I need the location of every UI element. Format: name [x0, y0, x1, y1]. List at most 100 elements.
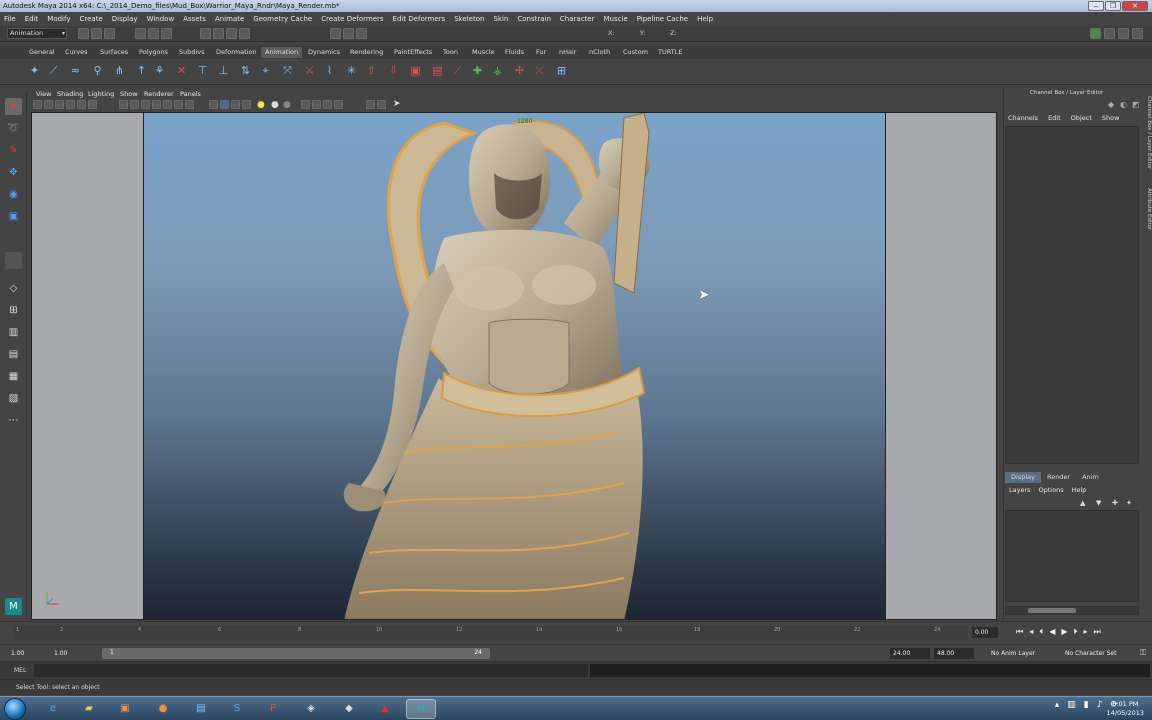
step-forward-frame-icon[interactable]: ▸ — [1084, 627, 1088, 637]
snap-plane-icon[interactable] — [239, 28, 250, 39]
play-forwards-icon[interactable]: ▶ — [1061, 627, 1067, 637]
auto-key-icon[interactable]: ⚿ — [1140, 648, 1146, 658]
step-back-key-icon[interactable]: ⏴ — [1039, 627, 1043, 637]
persp-graph-layout-icon[interactable]: ▤ — [5, 346, 22, 363]
layout-options-icon[interactable]: ⋯ — [5, 412, 22, 429]
shelf-tab-fur[interactable]: Fur — [536, 47, 546, 58]
motion-blur-icon[interactable] — [312, 100, 321, 109]
shelf-tab-general[interactable]: General — [29, 47, 55, 58]
character-set-dropdown[interactable]: No Character Set — [1062, 648, 1116, 659]
shelf-tab-subdivs[interactable]: Subdivs — [179, 47, 205, 58]
acrobat-icon[interactable]: ▲ — [370, 699, 400, 719]
ambient-occlusion-icon[interactable] — [301, 100, 310, 109]
safe-title-icon[interactable] — [185, 100, 194, 109]
cluster-icon[interactable]: ⚘ — [152, 63, 167, 79]
flare-deformer-icon[interactable]: ⊤ — [195, 63, 210, 79]
menu-edit[interactable]: Edit — [25, 15, 39, 23]
shelf-tab-surfaces[interactable]: Surfaces — [100, 47, 128, 58]
shelf-tab-ncloth[interactable]: nCloth — [589, 47, 610, 58]
layer-tab-display[interactable]: Display — [1005, 472, 1041, 483]
snap-grid-icon[interactable] — [200, 28, 211, 39]
command-input[interactable] — [34, 664, 588, 677]
aim-constraint-icon[interactable]: ⇧ — [364, 63, 379, 79]
channel-box-list[interactable] — [1005, 126, 1139, 464]
warrior-sculpture-model[interactable]: 1280 — [144, 113, 887, 620]
layer-menu-options[interactable]: Options — [1039, 486, 1064, 494]
shadows-icon[interactable]: ● — [271, 100, 279, 110]
menu-create[interactable]: Create — [79, 15, 102, 23]
smooth-bind-icon[interactable]: ⋔ — [112, 63, 127, 79]
squash-deformer-icon[interactable]: ⇅ — [238, 63, 253, 79]
menu-set-dropdown[interactable]: Animation ▾ — [7, 28, 67, 39]
menu-window[interactable]: Window — [147, 15, 175, 23]
move-layer-up-icon[interactable]: ▲ — [1080, 499, 1085, 507]
animation-start-time-field[interactable]: 1.00 — [8, 648, 24, 659]
document-viewer-icon[interactable]: ▤ — [186, 699, 216, 719]
bend-deformer-icon[interactable]: ✕ — [174, 63, 189, 79]
save-scene-icon[interactable] — [104, 28, 115, 39]
pointer-icon[interactable]: ➤ — [393, 99, 401, 109]
show-hide-modeling-toolkit-icon[interactable] — [1090, 28, 1101, 39]
maximize-button[interactable]: ❐ — [1105, 1, 1121, 11]
animation-end-time-field[interactable]: 48.00 — [934, 648, 974, 659]
pole-vector-constraint-icon[interactable]: ✢ — [512, 63, 527, 79]
channel-box-toggle-icon[interactable]: ◆ — [1108, 100, 1114, 109]
channel-menu-channels[interactable]: Channels — [1008, 114, 1038, 122]
open-scene-icon[interactable] — [91, 28, 102, 39]
channel-menu-object[interactable]: Object — [1071, 114, 1092, 122]
anti-aliasing-icon[interactable] — [323, 100, 332, 109]
gate-mask-icon[interactable] — [152, 100, 161, 109]
select-camera-icon[interactable] — [33, 100, 42, 109]
menu-help[interactable]: Help — [697, 15, 713, 23]
tray-network-icon[interactable]: ▥ — [1067, 700, 1076, 710]
grid-toggle-icon[interactable] — [119, 100, 128, 109]
show-hide-tool-settings-icon[interactable] — [1118, 28, 1129, 39]
isolate-select-icon[interactable] — [366, 100, 375, 109]
playback-start-time-field[interactable]: 1.00 — [51, 648, 67, 659]
textured-icon[interactable] — [242, 100, 251, 109]
select-hierarchy-icon[interactable] — [135, 28, 146, 39]
viewport-menu-show[interactable]: Show — [120, 90, 138, 98]
xray-joints-icon[interactable] — [377, 100, 386, 109]
tangent-constraint-icon[interactable]: ⚶ — [490, 63, 505, 79]
tray-up-arrow-icon[interactable]: ▴ — [1055, 700, 1060, 710]
shelf-tab-nhair[interactable]: nHair — [559, 47, 576, 58]
menu-animate[interactable]: Animate — [215, 15, 244, 23]
viewport-menu-view[interactable]: View — [36, 90, 51, 98]
scrollbar-thumb[interactable] — [1028, 608, 1076, 613]
game-app-icon[interactable]: ◆ — [334, 699, 364, 719]
time-ruler[interactable]: 1 2 4 6 8 10 12 14 16 18 20 22 24 — [14, 626, 968, 640]
move-tool-icon[interactable]: ✥ — [5, 164, 22, 181]
new-scene-icon[interactable] — [78, 28, 89, 39]
orient-constraint-icon[interactable]: ⇩ — [386, 63, 401, 79]
sine-deformer-icon[interactable]: ⊥ — [216, 63, 231, 79]
field-chart-icon[interactable] — [163, 100, 172, 109]
menu-character[interactable]: Character — [560, 15, 595, 23]
parent-constraint-icon[interactable]: ▤ — [430, 63, 445, 79]
layer-tab-anim[interactable]: Anim — [1076, 472, 1105, 483]
render-settings-icon[interactable] — [356, 28, 367, 39]
create-joint-icon[interactable]: ⚲ — [90, 63, 105, 79]
select-component-icon[interactable] — [161, 28, 172, 39]
tray-power-icon[interactable]: ▮ — [1084, 700, 1089, 710]
go-to-end-icon[interactable]: ⏭ — [1094, 627, 1101, 637]
camera-attributes-icon[interactable] — [44, 100, 53, 109]
perspective-viewport[interactable]: 1280 ➤ — [31, 112, 997, 620]
shelf-tab-muscle[interactable]: Muscle — [472, 47, 495, 58]
side-tab-channel-box[interactable]: Channel Box / Layer Editor — [1143, 96, 1152, 169]
select-object-icon[interactable] — [148, 28, 159, 39]
layer-menu-layers[interactable]: Layers — [1009, 486, 1031, 494]
bookmarks-icon[interactable] — [55, 100, 64, 109]
start-button[interactable] — [4, 698, 26, 720]
shelf-tab-custom[interactable]: Custom — [623, 47, 648, 58]
channel-menu-show[interactable]: Show — [1102, 114, 1120, 122]
ipr-render-icon[interactable] — [343, 28, 354, 39]
vlc-player-icon[interactable]: ◈ — [296, 699, 326, 719]
point-constraint-icon[interactable]: ✳ — [344, 63, 359, 79]
media-player-icon[interactable]: ▣ — [110, 699, 140, 719]
shelf-tab-deformation[interactable]: Deformation — [216, 47, 257, 58]
wave-deformer-icon[interactable]: ⤧ — [280, 63, 295, 79]
shelf-tab-animation[interactable]: Animation — [261, 47, 303, 58]
shelf-tab-painteffects[interactable]: PaintEffects — [394, 47, 432, 58]
step-back-frame-icon[interactable]: ◂ — [1029, 627, 1033, 637]
